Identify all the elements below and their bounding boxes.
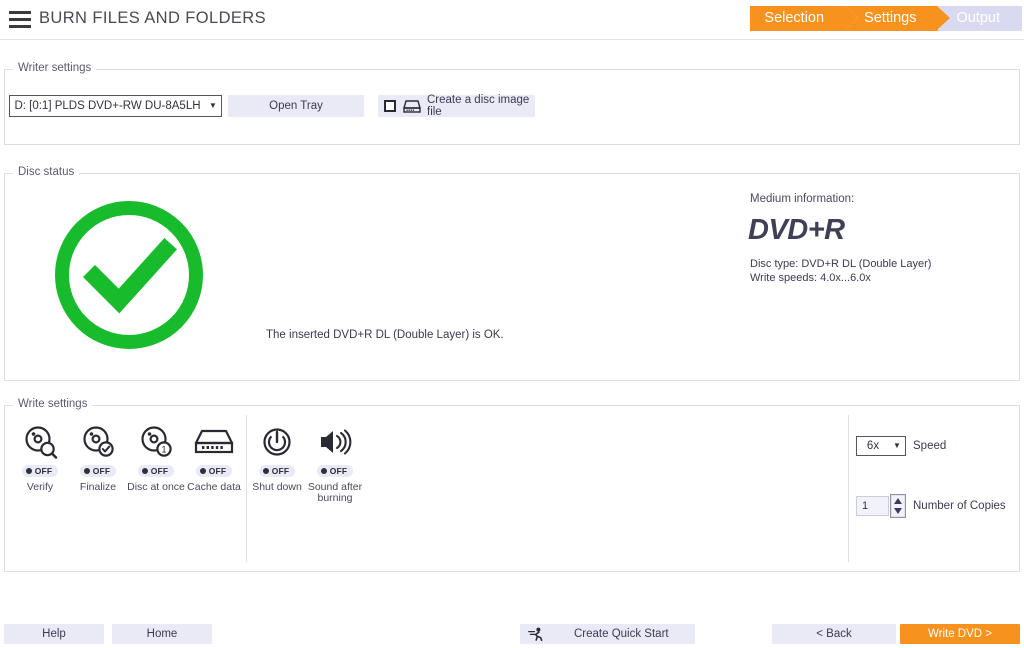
chevron-down-icon: ▼	[209, 101, 217, 110]
create-quick-start-button[interactable]: Create Quick Start	[520, 624, 695, 644]
shut-down-state: OFF	[271, 466, 290, 476]
disc-status-message: The inserted DVD+R DL (Double Layer) is …	[266, 329, 504, 341]
breadcrumb: Selection Settings Output	[750, 6, 1022, 31]
open-tray-button[interactable]: Open Tray	[228, 95, 364, 117]
drive-cache-icon	[194, 429, 234, 454]
write-settings-label: Write settings	[13, 398, 93, 410]
medium-type-value: DVD+R	[748, 214, 845, 246]
sound-state: OFF	[329, 466, 348, 476]
finalize-state-badge: OFF	[79, 465, 117, 477]
app-header: BURN FILES AND FOLDERS Selection Setting…	[0, 0, 1024, 40]
sound-label: Sound after burning	[307, 481, 363, 504]
option-cache-data[interactable]: OFF Cache data	[178, 423, 250, 493]
step-settings[interactable]: Settings	[846, 6, 951, 31]
verify-state: OFF	[34, 466, 53, 476]
step-selection-label: Selection	[764, 10, 825, 26]
step-output[interactable]: Output	[938, 6, 1022, 31]
check-circle-icon	[55, 201, 203, 349]
state-dot-icon	[83, 468, 90, 474]
back-button[interactable]: < Back	[772, 624, 896, 644]
step-selection[interactable]: Selection	[750, 6, 859, 31]
create-disc-image-toggle[interactable]: Create a disc image file	[378, 94, 535, 118]
drive-select[interactable]: D: [0:1] PLDS DVD+-RW DU-8A5LH ▼	[9, 95, 222, 117]
medium-details: Disc type: DVD+R DL (Double Layer) Write…	[750, 257, 931, 285]
disc-at-once-state: OFF	[150, 466, 169, 476]
help-button[interactable]: Help	[4, 624, 104, 644]
shut-down-state-badge: OFF	[258, 465, 296, 477]
cache-data-state-badge: OFF	[195, 465, 233, 477]
disc-drive-icon	[403, 99, 421, 113]
create-quick-start-label: Create Quick Start	[574, 628, 669, 640]
speed-select[interactable]: 6x ▼	[856, 436, 906, 456]
drive-select-value: D: [0:1] PLDS DVD+-RW DU-8A5LH	[14, 100, 201, 112]
cache-data-label: Cache data	[187, 481, 241, 493]
chevron-down-icon: ▼	[893, 441, 901, 450]
verify-state-badge: OFF	[21, 465, 59, 477]
disc-status-label: Disc status	[13, 166, 80, 178]
speed-label: Speed	[913, 440, 947, 452]
disc-one-icon: 1	[141, 426, 172, 457]
step-divider-icon	[845, 6, 859, 30]
state-dot-icon	[141, 468, 148, 474]
speed-select-value: 6x	[866, 440, 880, 452]
hamburger-icon[interactable]	[9, 11, 31, 28]
svg-text:1: 1	[161, 445, 166, 455]
step-output-label: Output	[956, 10, 1000, 26]
speaker-icon	[321, 429, 352, 455]
disc-image-checkbox[interactable]	[384, 100, 396, 112]
step-settings-label: Settings	[864, 10, 917, 26]
running-person-icon	[528, 627, 543, 641]
state-dot-icon	[262, 468, 269, 474]
power-icon	[263, 428, 291, 456]
home-button[interactable]: Home	[112, 624, 212, 644]
disc-magnifier-icon	[25, 426, 58, 459]
writer-settings-label: Writer settings	[13, 62, 97, 74]
write-speeds-line: Write speeds: 4.0x...6.0x	[750, 272, 871, 284]
step-divider-icon	[937, 6, 951, 30]
disc-type-line: Disc type: DVD+R DL (Double Layer)	[750, 258, 932, 270]
create-disc-image-label: Create a disc image file	[427, 94, 530, 118]
copies-input[interactable]: 1	[856, 496, 889, 516]
finalize-state: OFF	[92, 466, 111, 476]
right-panel-divider	[848, 415, 849, 562]
disc-check-icon	[83, 426, 114, 457]
state-dot-icon	[25, 468, 32, 474]
page-title: BURN FILES AND FOLDERS	[39, 9, 267, 27]
state-dot-icon	[320, 468, 327, 474]
copies-value: 1	[862, 500, 869, 512]
disc-at-once-state-badge: OFF	[137, 465, 175, 477]
sound-state-badge: OFF	[316, 465, 354, 477]
write-dvd-button[interactable]: Write DVD >	[900, 624, 1020, 644]
cache-data-state: OFF	[208, 466, 227, 476]
spinner-up-down-icon[interactable]	[890, 494, 906, 518]
state-dot-icon	[199, 468, 206, 474]
copies-label: Number of Copies	[913, 500, 1006, 512]
option-sound-after-burning[interactable]: OFF Sound after burning	[299, 423, 371, 504]
medium-information-label: Medium information:	[750, 193, 855, 205]
